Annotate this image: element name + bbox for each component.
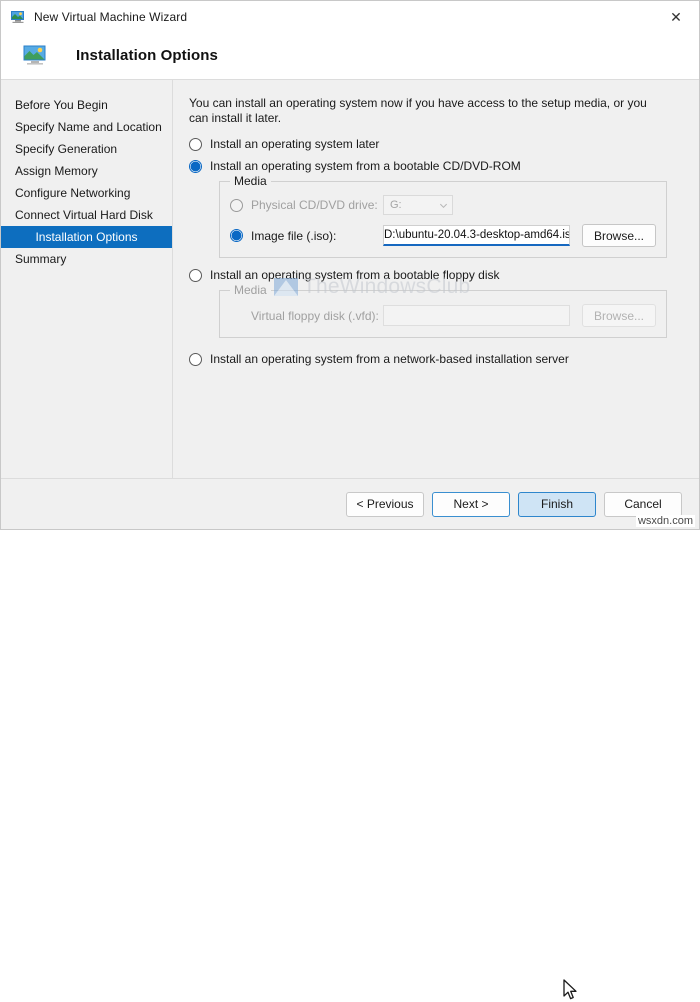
radio-install-from-floppy-label: Install an operating system from a boota… — [210, 268, 500, 282]
sidebar-item-assign-memory[interactable]: Assign Memory — [1, 160, 172, 182]
intro-text: You can install an operating system now … — [189, 96, 647, 125]
virtual-floppy-row: Virtual floppy disk (.vfd): Browse... — [230, 304, 656, 327]
wizard-body: Before You Begin Specify Name and Locati… — [1, 79, 699, 478]
wsxdn-watermark: wsxdn.com — [635, 515, 695, 527]
radio-icon[interactable] — [230, 229, 243, 242]
image-file-input[interactable]: D:\ubuntu-20.04.3-desktop-amd64.iso — [383, 225, 570, 246]
wizard-content: You can install an operating system now … — [173, 80, 699, 478]
media-groupbox-cd: Media Physical CD/DVD drive: G: Image fi… — [219, 174, 667, 258]
sidebar-item-before-you-begin[interactable]: Before You Begin — [1, 94, 172, 116]
previous-button[interactable]: < Previous — [346, 491, 424, 517]
physical-drive-select[interactable]: G: — [383, 195, 453, 215]
radio-icon[interactable] — [189, 159, 202, 173]
sidebar-item-specify-generation[interactable]: Specify Generation — [1, 138, 172, 160]
virtual-machine-icon — [23, 45, 46, 65]
radio-icon[interactable] — [189, 137, 202, 151]
radio-icon[interactable] — [189, 352, 202, 366]
wizard-step-sidebar: Before You Begin Specify Name and Locati… — [1, 80, 173, 478]
finish-button[interactable]: Finish — [518, 491, 596, 517]
sidebar-item-installation-options[interactable]: Installation Options — [1, 226, 172, 248]
radio-icon[interactable] — [230, 198, 243, 212]
sidebar-item-summary[interactable]: Summary — [1, 248, 172, 270]
radio-install-from-floppy[interactable]: Install an operating system from a boota… — [189, 268, 681, 282]
sidebar-item-specify-name-and-location[interactable]: Specify Name and Location — [1, 116, 172, 138]
cancel-button[interactable]: Cancel — [604, 491, 682, 517]
radio-install-later[interactable]: Install an operating system later — [189, 137, 681, 151]
chevron-down-icon — [439, 203, 448, 208]
media-groupbox-cd-title: Media — [230, 174, 271, 188]
image-file-label: Image file (.iso): — [251, 228, 337, 243]
media-groupbox-floppy: Media Virtual floppy disk (.vfd): Browse… — [219, 283, 667, 338]
virtual-floppy-label: Virtual floppy disk (.vfd): — [251, 308, 379, 323]
wizard-footer: < Previous Next > Finish Cancel — [1, 478, 699, 1000]
radio-install-from-cd[interactable]: Install an operating system from a boota… — [189, 159, 681, 173]
media-groupbox-floppy-title: Media — [230, 283, 271, 297]
sidebar-item-configure-networking[interactable]: Configure Networking — [1, 182, 172, 204]
window-title: New Virtual Machine Wizard — [34, 9, 188, 24]
next-button[interactable]: Next > — [432, 491, 510, 517]
radio-icon[interactable] — [189, 268, 202, 282]
titlebar: New Virtual Machine Wizard ✕ — [1, 1, 699, 32]
physical-drive-row: Physical CD/DVD drive: G: — [230, 195, 656, 215]
radio-install-from-network-label: Install an operating system from a netwo… — [210, 352, 569, 366]
page-title: Installation Options — [76, 47, 219, 64]
radio-install-from-network[interactable]: Install an operating system from a netwo… — [189, 352, 681, 366]
radio-install-from-cd-label: Install an operating system from a boota… — [210, 159, 521, 173]
mouse-cursor-icon — [563, 979, 577, 1000]
sidebar-item-connect-virtual-hard-disk[interactable]: Connect Virtual Hard Disk — [1, 204, 172, 226]
image-file-row: Image file (.iso): D:\ubuntu-20.04.3-des… — [230, 224, 656, 247]
browse-iso-button[interactable]: Browse... — [582, 224, 656, 247]
virtual-floppy-input[interactable] — [383, 305, 570, 326]
image-file-value: D:\ubuntu-20.04.3-desktop-amd64.iso — [384, 229, 570, 241]
browse-vfd-button[interactable]: Browse... — [582, 304, 656, 327]
new-virtual-machine-wizard-window: New Virtual Machine Wizard ✕ Installatio… — [0, 0, 700, 1000]
physical-drive-value: G: — [390, 199, 402, 211]
radio-install-later-label: Install an operating system later — [210, 137, 380, 151]
virtual-machine-icon — [11, 10, 24, 23]
physical-drive-label: Physical CD/DVD drive: — [251, 198, 378, 212]
close-icon[interactable]: ✕ — [653, 1, 699, 32]
page-header: Installation Options — [1, 32, 699, 79]
